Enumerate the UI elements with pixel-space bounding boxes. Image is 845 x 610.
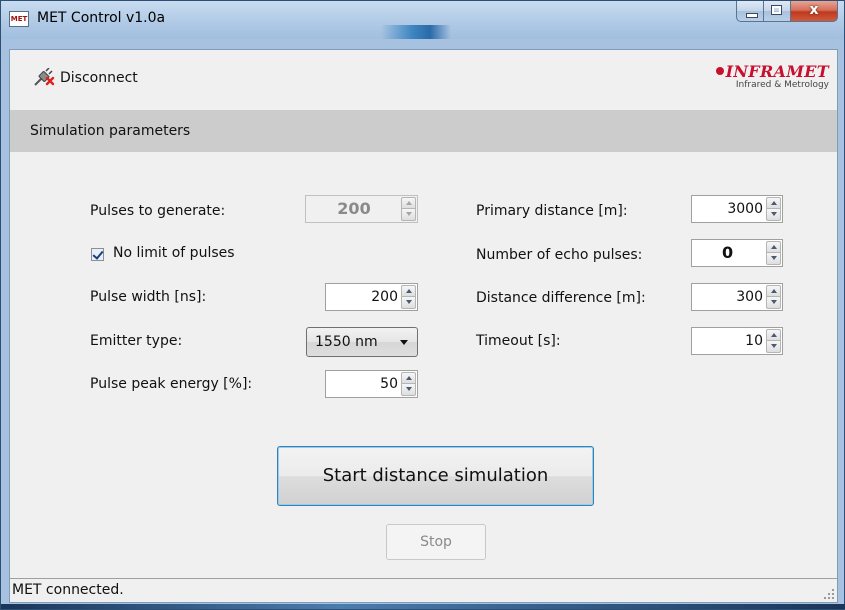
spin-down-arrow-icon[interactable] — [401, 297, 416, 309]
spin-up-arrow-icon[interactable] — [401, 372, 416, 384]
primary-distance-label: Primary distance [m]: — [476, 203, 628, 219]
pulse-width-value: 200 — [371, 289, 398, 305]
close-icon: x — [809, 2, 819, 18]
minimize-icon — [746, 13, 758, 18]
primary-distance-spinbox[interactable]: 3000 — [691, 195, 783, 223]
pulses-spinbox[interactable]: 200 — [305, 195, 418, 223]
pulses-label: Pulses to generate: — [90, 203, 226, 219]
pulses-arrows — [401, 197, 416, 221]
peak-energy-spinbox[interactable]: 50 — [325, 370, 418, 398]
start-simulation-button[interactable]: Start distance simulation — [277, 446, 594, 506]
maximize-icon — [771, 5, 782, 15]
chevron-down-icon — [400, 340, 408, 345]
spin-up-arrow-icon[interactable] — [766, 285, 781, 297]
no-limit-label[interactable]: No limit of pulses — [113, 245, 235, 261]
status-bar: MET connected. — [10, 578, 837, 602]
distance-difference-spinbox[interactable]: 300 — [691, 283, 783, 311]
minimize-button[interactable] — [736, 1, 764, 22]
spin-down-arrow-icon[interactable] — [401, 384, 416, 396]
timeout-label: Timeout [s]: — [476, 333, 561, 349]
primary-distance-value: 3000 — [727, 201, 763, 217]
echo-pulses-label: Number of echo pulses: — [476, 247, 643, 263]
timeout-spinbox[interactable]: 10 — [691, 327, 783, 355]
emitter-selected-value: 1550 nm — [315, 334, 378, 350]
spin-down-arrow-icon[interactable] — [401, 209, 416, 221]
spin-down-arrow-icon[interactable] — [766, 209, 781, 221]
logo-tagline: Infrared & Metrology — [735, 80, 829, 90]
spin-down-arrow-icon[interactable] — [766, 253, 781, 265]
distance-difference-value: 300 — [736, 289, 763, 305]
pulse-width-label: Pulse width [ns]: — [90, 289, 207, 305]
title-bar-glow — [381, 25, 451, 39]
disconnect-button[interactable]: Disconnect — [32, 67, 138, 88]
spin-up-arrow-icon[interactable] — [401, 197, 416, 209]
spin-down-arrow-icon[interactable] — [766, 341, 781, 353]
emitter-type-dropdown[interactable]: 1550 nm — [306, 327, 418, 357]
window-controls: x — [736, 1, 838, 23]
spin-up-arrow-icon[interactable] — [766, 197, 781, 209]
disconnect-plug-icon — [32, 67, 56, 88]
status-text: MET connected. — [12, 582, 124, 598]
pulse-width-spinbox[interactable]: 200 — [325, 283, 418, 311]
client-area: Disconnect INFRAMET Infrared & Metrology… — [9, 49, 838, 603]
app-window: MET MET Control v1.0a x Disconnect INFRA… — [0, 0, 845, 610]
echo-pulses-spinbox[interactable]: 0 — [691, 239, 783, 267]
window-title: MET Control v1.0a — [37, 10, 166, 26]
resize-grip-icon[interactable] — [824, 589, 834, 599]
peak-energy-label: Pulse peak energy [%]: — [90, 376, 253, 392]
section-header: Simulation parameters — [10, 110, 837, 152]
logo-name: INFRAMET — [725, 62, 829, 81]
spin-up-arrow-icon[interactable] — [766, 329, 781, 341]
title-bar[interactable]: MET MET Control v1.0a x — [1, 1, 844, 39]
desktop-edge — [1, 604, 845, 609]
logo-dot-icon — [715, 67, 724, 75]
timeout-value: 10 — [745, 333, 763, 349]
echo-pulses-value: 0 — [722, 243, 734, 262]
spin-down-arrow-icon[interactable] — [766, 297, 781, 309]
stop-button[interactable]: Stop — [386, 524, 486, 560]
spin-up-arrow-icon[interactable] — [766, 241, 781, 253]
inframet-logo: INFRAMET Infrared & Metrology — [715, 62, 829, 90]
peak-energy-value: 50 — [380, 376, 398, 392]
maximize-button[interactable] — [764, 1, 791, 22]
toolbar: Disconnect INFRAMET Infrared & Metrology — [10, 50, 837, 110]
app-icon[interactable]: MET — [9, 11, 29, 27]
no-limit-checkbox[interactable] — [91, 248, 104, 261]
disconnect-label: Disconnect — [60, 70, 138, 86]
distance-difference-label: Distance difference [m]: — [476, 290, 646, 306]
close-button[interactable]: x — [791, 1, 838, 22]
pulses-value: 200 — [337, 199, 371, 218]
spin-up-arrow-icon[interactable] — [401, 285, 416, 297]
emitter-label: Emitter type: — [90, 333, 183, 349]
